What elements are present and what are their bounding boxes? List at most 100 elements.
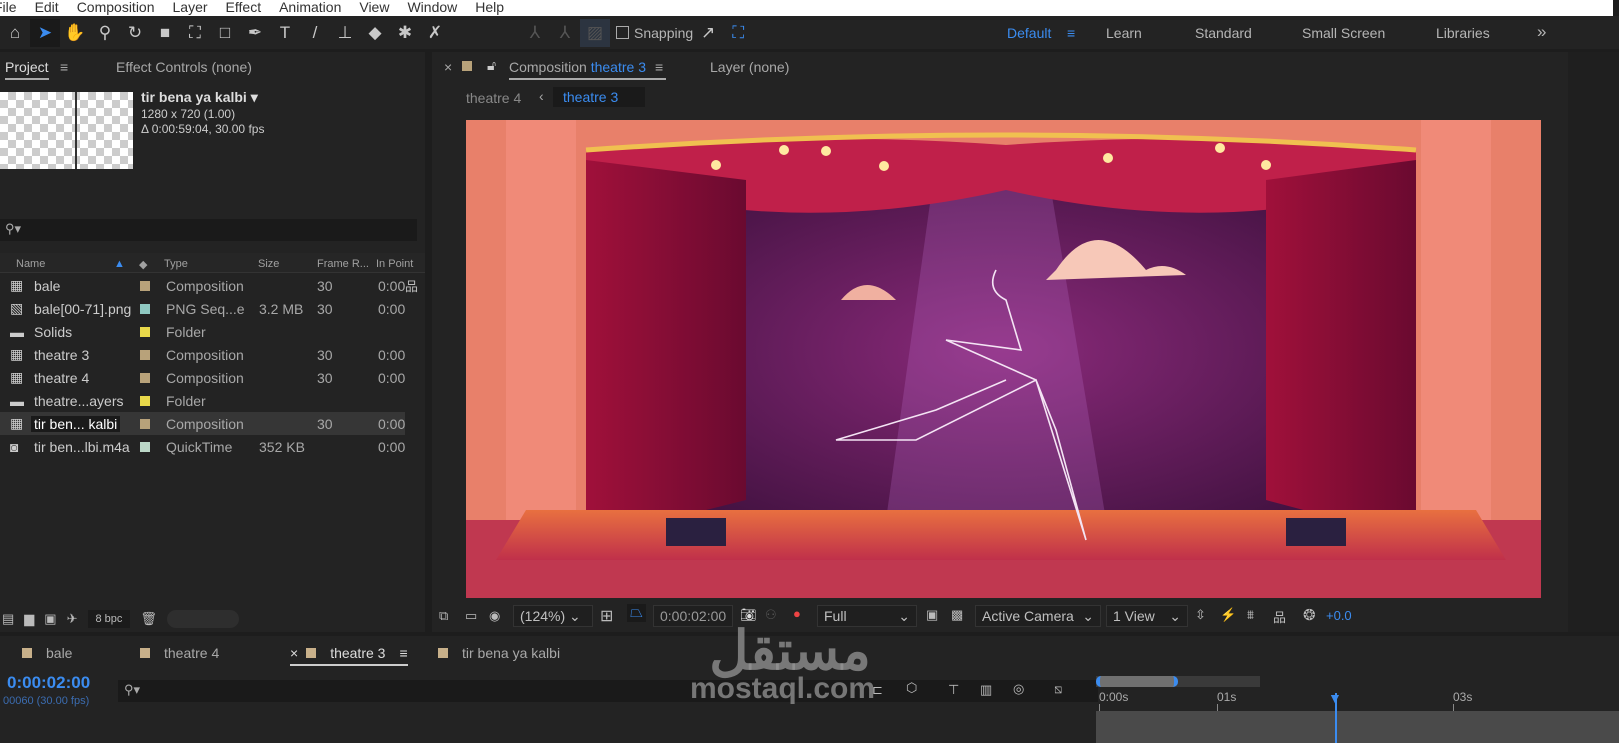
menu-effect[interactable]: Effect	[226, 0, 262, 16]
draft-3d-icon[interactable]: ⬡	[906, 680, 917, 696]
layer-bar-area[interactable]	[1096, 711, 1619, 743]
more-workspaces[interactable]: »	[1537, 22, 1546, 42]
curve-editor-icon[interactable]: ⧅	[1054, 681, 1062, 697]
label-swatch[interactable]	[140, 441, 150, 452]
checkbox[interactable]	[616, 26, 629, 39]
new-folder-icon[interactable]: ▆	[24, 611, 34, 627]
rotate-tool-icon[interactable]: ↻	[120, 19, 150, 47]
monitor-icon[interactable]: ▭	[465, 608, 477, 624]
camera-tool-icon[interactable]: ■	[150, 19, 180, 47]
breadcrumb-theatre-3[interactable]: theatre 3	[553, 87, 645, 107]
region-of-interest-icon[interactable]: ⊞	[600, 606, 613, 626]
close-tab-icon[interactable]: ×	[290, 645, 298, 661]
col-size[interactable]: Size	[258, 258, 279, 270]
close-tab-icon[interactable]: ×	[444, 59, 452, 75]
menu-file[interactable]: File	[0, 0, 17, 16]
tab-layer[interactable]: Layer (none)	[710, 59, 789, 75]
anchor-tool-icon[interactable]: ⛶	[180, 19, 210, 47]
axis-world-icon[interactable]: ⅄	[550, 19, 580, 47]
menu-edit[interactable]: Edit	[35, 0, 59, 16]
sort-asc-icon[interactable]: ▲	[114, 258, 125, 270]
snap-icon[interactable]: ↗	[693, 19, 723, 47]
project-item[interactable]: ▦ theatre 3 Composition 30 0:00	[0, 343, 405, 366]
toggle-pixel-aspect-icon[interactable]: ⇳	[1195, 607, 1206, 623]
timeline-current-time[interactable]: 0:00:02:00	[7, 673, 90, 693]
panel-menu-icon[interactable]: ≡	[399, 645, 407, 661]
flowchart-icon[interactable]: 品	[405, 276, 418, 295]
view-layout-dropdown[interactable]: 1 View ⌄	[1106, 605, 1188, 627]
col-in-point[interactable]: In Point	[376, 258, 413, 270]
pen-tool-icon[interactable]: ✒	[240, 19, 270, 47]
timeline-tab[interactable]: bale	[22, 645, 72, 661]
stamp-tool-icon[interactable]: ⊥	[330, 19, 360, 47]
selection-tool-icon[interactable]: ➤	[30, 18, 60, 47]
label-swatch[interactable]	[140, 280, 150, 291]
puppet-tool-icon[interactable]: ✱	[390, 19, 420, 47]
playhead-handle-icon[interactable]: ▼	[1328, 690, 1342, 706]
label-swatch[interactable]	[140, 372, 150, 383]
channel-icon[interactable]: ●	[793, 606, 801, 621]
home-icon[interactable]: ⌂	[0, 19, 30, 47]
timeline-tab[interactable]: tir bena ya kalbi	[438, 645, 560, 661]
fast-previews-icon[interactable]: ⚡	[1220, 607, 1236, 623]
exposure-value[interactable]: +0.0	[1326, 608, 1352, 623]
project-item[interactable]: ▬ theatre...ayers Folder	[0, 389, 405, 412]
checkerboard-icon[interactable]: ▩	[951, 607, 963, 623]
motion-blur-icon[interactable]: ▥	[980, 682, 992, 698]
timeline-tab[interactable]: theatre 4	[140, 645, 219, 661]
col-frame-rate[interactable]: Frame R...	[317, 258, 369, 270]
hand-tool-icon[interactable]: ✋	[60, 19, 90, 47]
snapping-toggle[interactable]: Snapping	[616, 25, 693, 41]
timeline-icon[interactable]: ⩩	[1247, 607, 1254, 623]
magnification-dropdown[interactable]: (124%) ⌄	[513, 605, 593, 627]
selected-item-name[interactable]: tir bena ya kalbi ▾	[141, 89, 258, 106]
label-swatch[interactable]	[140, 349, 150, 360]
snap-grid-icon[interactable]: ⛶	[723, 19, 753, 47]
eraser-tool-icon[interactable]: ◆	[360, 19, 390, 47]
project-item[interactable]: ▧ bale[00-71].png PNG Seq...e 3.2 MB 30 …	[0, 297, 405, 320]
menu-view[interactable]: View	[359, 0, 389, 16]
project-item[interactable]: ▬ Solids Folder	[0, 320, 405, 343]
workspace-menu-icon[interactable]: ≡	[1067, 25, 1075, 41]
mask-icon[interactable]: ◉	[489, 608, 500, 624]
scroll-handle[interactable]	[166, 610, 239, 628]
col-type[interactable]: Type	[164, 258, 188, 270]
workspace-learn[interactable]: Learn	[1106, 25, 1142, 41]
graph-editor-icon[interactable]: ◎	[1013, 681, 1024, 697]
col-name[interactable]: Name	[16, 258, 45, 270]
fast-preview-icon[interactable]: ▣	[926, 607, 938, 623]
workspace-small-screen[interactable]: Small Screen	[1302, 25, 1385, 41]
text-tool-icon[interactable]: T	[270, 19, 300, 47]
project-item[interactable]: ▦ theatre 4 Composition 30 0:00	[0, 366, 405, 389]
workspace-standard[interactable]: Standard	[1195, 25, 1252, 41]
menu-help[interactable]: Help	[475, 0, 504, 16]
menu-layer[interactable]: Layer	[173, 0, 208, 16]
brush-tool-icon[interactable]: /	[300, 19, 330, 47]
axis-view-icon[interactable]: ▨	[580, 18, 610, 47]
workspace-libraries[interactable]: Libraries	[1436, 25, 1490, 41]
exposure-icon[interactable]: ❂	[1303, 606, 1316, 624]
new-composition-icon[interactable]: ▣	[44, 611, 56, 627]
breadcrumb-theatre-4[interactable]: theatre 4	[466, 90, 521, 106]
menu-composition[interactable]: Composition	[77, 0, 155, 16]
label-swatch[interactable]	[140, 303, 150, 314]
panel-menu-icon[interactable]: ≡	[655, 59, 663, 75]
menu-window[interactable]: Window	[407, 0, 457, 16]
composition-viewer[interactable]	[466, 120, 1541, 598]
flowchart-icon[interactable]: 品	[1273, 607, 1286, 626]
work-area-navigator[interactable]	[1096, 676, 1260, 687]
project-item[interactable]: ▦ tir ben... kalbi Composition 30 0:00	[0, 412, 405, 435]
label-swatch[interactable]	[140, 395, 150, 406]
transparency-grid-icon[interactable]: ⏢	[627, 604, 646, 622]
project-search-input[interactable]: ⚲▾	[0, 219, 417, 241]
always-preview-icon[interactable]: ⧉	[439, 608, 448, 624]
project-item[interactable]: ▦ bale Composition 30 0:00	[0, 274, 405, 297]
timeline-tab[interactable]: × theatre 3 ≡	[290, 645, 408, 666]
lock-icon[interactable]: 🔓︎	[487, 57, 496, 74]
frame-blending-icon[interactable]: ⊤	[948, 682, 959, 698]
render-icon[interactable]: ✈	[67, 611, 78, 627]
interpret-footage-icon[interactable]: ▤	[2, 611, 14, 627]
project-item[interactable]: ◙ tir ben...lbi.m4a QuickTime 352 KB 0:0…	[0, 435, 405, 458]
label-col-icon[interactable]: ◆	[139, 258, 147, 271]
tab-composition[interactable]: Composition theatre 3 ≡	[509, 59, 666, 80]
